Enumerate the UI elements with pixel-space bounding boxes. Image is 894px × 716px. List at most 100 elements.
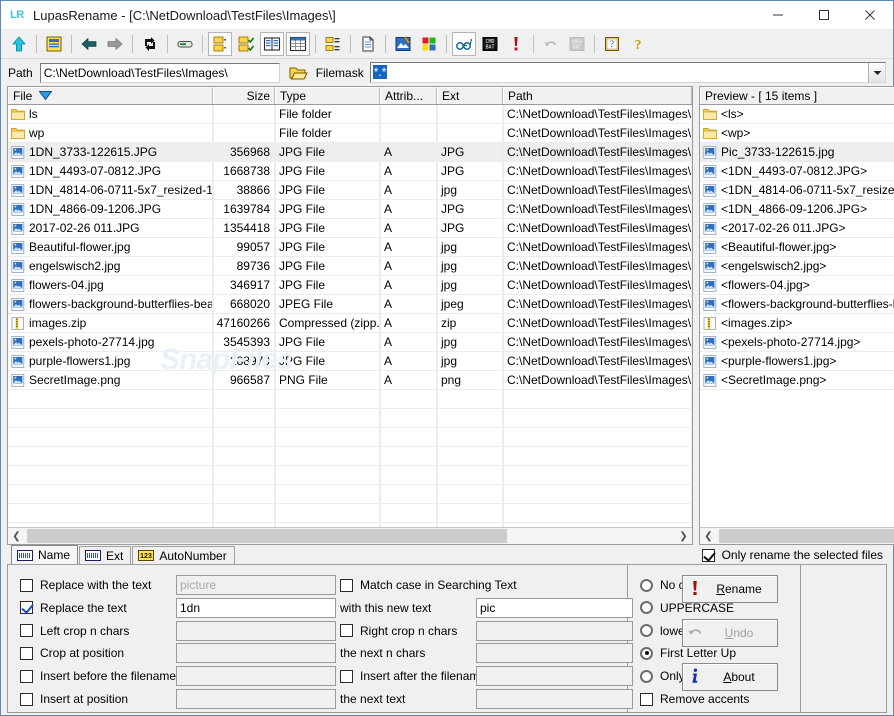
table-row[interactable]: SecretImage.png 966587 PNG File Apng C:\NetD…	[8, 370, 692, 390]
checkbox[interactable]	[640, 692, 653, 706]
scroll-right-icon[interactable]: ❯	[675, 528, 692, 544]
option-match-case-in-searching-text[interactable]: Match case in Searching Text	[340, 573, 540, 597]
checkbox[interactable]	[20, 646, 33, 660]
only-rename-selected-checkbox[interactable]	[701, 548, 715, 562]
table-row[interactable]: engelswisch2.jpg 89736 JPG File Ajpg C:\NetD…	[8, 256, 692, 276]
checkbox[interactable]	[20, 578, 33, 592]
browse-folder-icon[interactable]	[288, 63, 310, 83]
option-crop-at-position[interactable]: Crop at position	[20, 641, 180, 665]
list-item[interactable]: <flowers-background-butterflies-bea.	[700, 295, 894, 314]
back-arrow-icon[interactable]	[77, 32, 101, 56]
document-icon[interactable]	[356, 32, 380, 56]
column-header-attrib[interactable]: Attrib...	[380, 87, 437, 104]
filemask-input[interactable]: *.*	[371, 63, 868, 82]
folder-include-icon[interactable]	[208, 32, 232, 56]
list-item[interactable]: <ls>	[700, 105, 894, 124]
checkbox[interactable]	[20, 669, 33, 683]
option-replace-the-text[interactable]: Replace the text	[20, 596, 180, 620]
up-one-level-icon[interactable]	[7, 32, 31, 56]
scroll-left-icon[interactable]: ❮	[700, 528, 717, 544]
table-row[interactable]: 2017-02-26 011.JPG 1354418 JPG File A JPG C:\…	[8, 218, 692, 238]
undo-bat-icon[interactable]: UNDO BAT	[565, 32, 589, 56]
list-item[interactable]: <engelswisch2.jpg>	[700, 257, 894, 276]
preview-scroll-track[interactable]	[717, 528, 894, 544]
table-row[interactable]: purple-flowers1.jpg 288979 JPG File Ajpg C:\…	[8, 351, 692, 371]
list-item[interactable]: <images.zip>	[700, 314, 894, 333]
path-input[interactable]: C:\NetDownload\TestFiles\Images\	[39, 62, 280, 83]
checkbox[interactable]	[340, 669, 353, 683]
checkbox[interactable]	[340, 578, 353, 592]
checkbox[interactable]	[20, 601, 33, 615]
column-header-type[interactable]: Type	[275, 87, 380, 104]
file-list-rows[interactable]: SnapFiles ls File folder C:\NetDownload\Te…	[8, 105, 692, 527]
cmd-bat-icon[interactable]: CMD BAT	[478, 32, 502, 56]
list-item[interactable]: <pexels-photo-27714.jpg>	[700, 333, 894, 352]
table-row[interactable]: pexels-photo-27714.jpg 3545393 JPG File Ajp…	[8, 332, 692, 352]
list-item[interactable]: <Beautiful-flower.jpg>	[700, 238, 894, 257]
list-item[interactable]: <purple-flowers1.jpg>	[700, 352, 894, 371]
table-row[interactable]: Beautiful-flower.jpg 99057 JPG File Ajpg C:\…	[8, 237, 692, 257]
input-left-0[interactable]: picture	[176, 575, 336, 595]
chevron-down-icon[interactable]	[868, 63, 885, 82]
input-right-1[interactable]: pic	[476, 597, 633, 618]
tab-name[interactable]: Name	[11, 545, 79, 564]
list-item[interactable]: <1DN_4493-07-0812.JPG>	[700, 162, 894, 181]
tab-autonumber[interactable]: 123 AutoNumber	[132, 546, 235, 564]
input-right-2[interactable]	[476, 620, 633, 641]
image-viewer-icon[interactable]	[391, 32, 415, 56]
radio-button[interactable]	[640, 578, 653, 592]
table-row[interactable]: 1DN_4866-09-1206.JPG 1639784 JPG File A JPG C…	[8, 199, 692, 219]
maximize-button[interactable]	[801, 1, 847, 30]
rename-button[interactable]: Rename	[682, 575, 778, 603]
table-row[interactable]: 1DN_4814-06-0711-5x7_resized-1.j... 38866…	[8, 180, 692, 200]
input-right-4[interactable]	[476, 666, 633, 687]
column-header-file[interactable]: File	[8, 87, 213, 104]
folder-check-icon[interactable]	[234, 32, 258, 56]
help-book-icon[interactable]: ?	[600, 32, 624, 56]
column-header-path[interactable]: Path	[503, 87, 692, 104]
details-view-icon[interactable]	[286, 32, 310, 56]
radio-button[interactable]	[640, 624, 653, 638]
table-row[interactable]: ls File folder C:\NetDownload\TestFiles\Im…	[8, 105, 692, 124]
tab-ext[interactable]: Ext	[79, 546, 132, 564]
column-header-size[interactable]: Size	[213, 87, 275, 104]
checkbox[interactable]	[20, 692, 33, 706]
minimize-button[interactable]	[755, 1, 801, 30]
checkbox[interactable]	[20, 624, 33, 638]
list-item[interactable]: <wp>	[700, 124, 894, 143]
input-right-3[interactable]	[476, 643, 633, 664]
input-left-5[interactable]	[176, 689, 336, 709]
input-left-1[interactable]: 1dn	[176, 597, 336, 618]
undo-button[interactable]: Undo	[682, 619, 778, 647]
preview-rows[interactable]: <ls> <wp> Pic_3733-122615.jpg <1DN_4493-07-…	[700, 105, 894, 527]
input-right-5[interactable]	[476, 689, 633, 709]
drive-icon[interactable]	[173, 32, 197, 56]
close-button[interactable]	[847, 1, 893, 30]
scroll-left-icon[interactable]: ❮	[8, 528, 25, 544]
input-left-2[interactable]	[176, 620, 336, 641]
preview-glasses-icon[interactable]	[452, 32, 476, 56]
file-list-scroll-track[interactable]	[25, 528, 675, 544]
about-button[interactable]: About	[682, 663, 778, 691]
option-left-crop-n-chars[interactable]: Left crop n chars	[20, 619, 180, 643]
radio-button[interactable]	[640, 646, 653, 660]
undo-icon[interactable]	[539, 32, 563, 56]
color-blocks-icon[interactable]	[417, 32, 441, 56]
radio-button[interactable]	[640, 669, 653, 683]
forward-arrow-icon[interactable]	[103, 32, 127, 56]
list-item[interactable]: <SecretImage.png>	[700, 371, 894, 390]
list-item[interactable]: <flowers-04.jpg>	[700, 276, 894, 295]
table-row[interactable]: images.zip 47160266 Compressed (zipp... Azi…	[8, 313, 692, 333]
table-row[interactable]: flowers-04.jpg 346917 JPG File Ajpg C:\NetDo…	[8, 275, 692, 295]
table-row[interactable]: 1DN_3733-122615.JPG 356968 JPG File A JPG C:\…	[8, 142, 692, 162]
list-view-icon[interactable]	[260, 32, 284, 56]
input-left-3[interactable]	[176, 643, 336, 664]
list-item[interactable]: <1DN_4866-09-1206.JPG>	[700, 200, 894, 219]
file-list-hscrollbar[interactable]: ❮ ❯	[8, 527, 692, 544]
help-question-icon[interactable]: ?	[626, 32, 650, 56]
column-header-ext[interactable]: Ext	[437, 87, 503, 104]
preview-hscrollbar[interactable]: ❮ ❯	[700, 527, 894, 544]
option-insert-before-the-filename[interactable]: Insert before the filename	[20, 664, 180, 688]
history-icon[interactable]	[42, 32, 66, 56]
filemask-combo[interactable]: *.*	[369, 62, 886, 83]
